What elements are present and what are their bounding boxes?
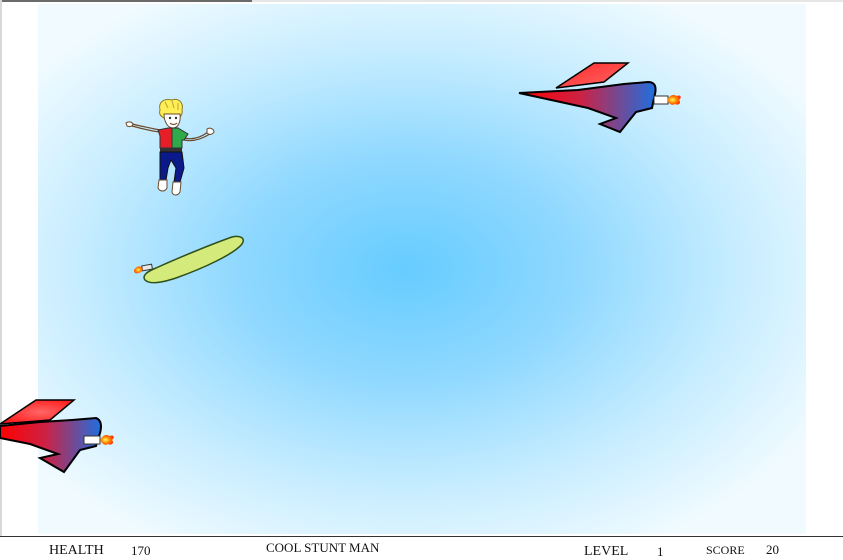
hud-bar: HEALTH 170 COOL STUNT MAN LEVEL 1 SCORE … <box>0 537 843 559</box>
score-label: SCORE <box>706 543 745 557</box>
game-title: COOL STUNT MAN <box>266 540 380 555</box>
rocket-surfboard[interactable] <box>130 232 250 290</box>
score-value: 20 <box>766 542 779 557</box>
stunt-man-player[interactable] <box>120 96 222 202</box>
enemy-jet-1[interactable] <box>516 58 684 138</box>
level-label: LEVEL <box>584 544 629 559</box>
level-value: 1 <box>657 544 664 559</box>
window-top-border-highlight <box>0 0 252 2</box>
health-value: 170 <box>131 543 151 558</box>
health-label: HEALTH <box>49 543 104 558</box>
enemy-jet-2[interactable] <box>0 396 125 476</box>
